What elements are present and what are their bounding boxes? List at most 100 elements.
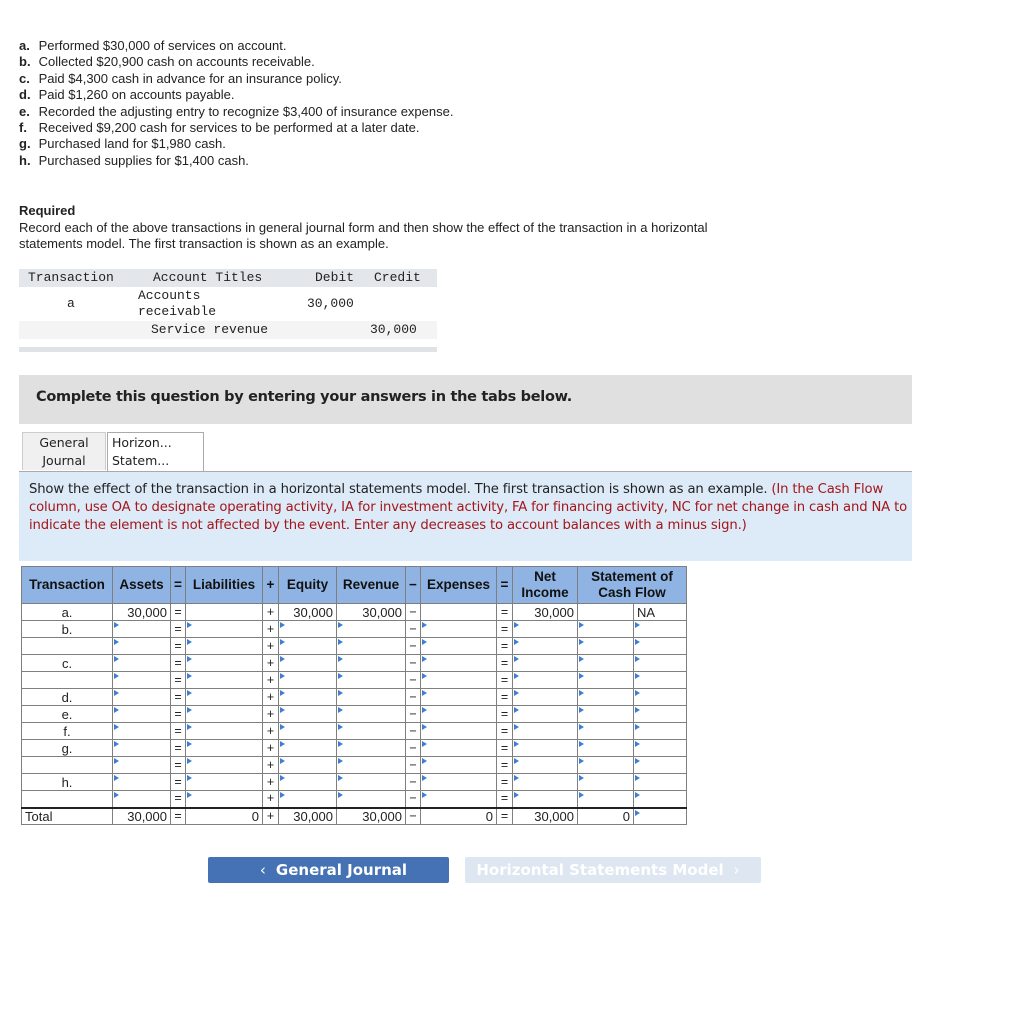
cf-activity-input[interactable] [633,722,687,740]
net-income-input[interactable] [512,756,578,774]
cf-amount-input[interactable] [577,773,634,791]
required-section: Required Record each of the above transa… [19,203,739,253]
revenue-input[interactable] [336,654,406,672]
assets-input[interactable] [112,688,171,706]
revenue-input[interactable] [336,620,406,638]
liabilities-input[interactable] [185,620,263,638]
net-income-input[interactable] [512,722,578,740]
assets-input[interactable] [112,722,171,740]
equity-input[interactable] [278,790,337,808]
revenue-input[interactable] [336,756,406,774]
expenses-input[interactable] [420,654,497,672]
net-income-input[interactable] [512,637,578,655]
liabilities-input[interactable] [185,790,263,808]
cf-activity-input[interactable] [633,654,687,672]
tab-horizontal-statements[interactable]: Horizon... Statem... [107,432,204,472]
equity-input[interactable] [278,654,337,672]
net-income-input[interactable] [512,654,578,672]
equals-sign: = [170,671,186,689]
liabilities-input[interactable] [185,773,263,791]
equity-input[interactable] [278,773,337,791]
assets-input[interactable] [112,620,171,638]
expenses-input[interactable] [420,688,497,706]
equity-input[interactable] [278,620,337,638]
net-income-input[interactable] [512,739,578,757]
net-income-input[interactable] [512,773,578,791]
equals-sign: = [170,773,186,791]
tab-general-journal[interactable]: General Journal [22,432,106,470]
expenses-input[interactable] [420,705,497,723]
revenue-input[interactable] [336,705,406,723]
revenue-input[interactable] [336,688,406,706]
assets-input[interactable] [112,654,171,672]
row-label: b. [21,620,113,638]
assets-input[interactable] [112,739,171,757]
cf-amount-input[interactable] [577,654,634,672]
revenue-input[interactable] [336,773,406,791]
next-horizontal-statements-button[interactable]: Horizontal Statements Model › [465,857,761,883]
cf-amount-input[interactable] [577,756,634,774]
cf-activity-input[interactable] [633,637,687,655]
equity-input[interactable] [278,688,337,706]
net-income-input[interactable] [512,790,578,808]
cf-activity-input[interactable] [633,671,687,689]
expenses-input[interactable] [420,620,497,638]
expenses-input[interactable] [420,637,497,655]
net-income-input[interactable] [512,688,578,706]
cf-activity-input[interactable] [633,705,687,723]
cf-amount-input[interactable] [577,620,634,638]
cf-activity-input[interactable] [633,790,687,808]
cf-amount-input[interactable] [577,688,634,706]
equity-input[interactable] [278,722,337,740]
cf-amount-input[interactable] [577,739,634,757]
cf-activity-input[interactable] [633,620,687,638]
net-income-input[interactable] [512,705,578,723]
revenue-input[interactable] [336,739,406,757]
net-income-input[interactable] [512,620,578,638]
assets-input[interactable] [112,756,171,774]
assets-input[interactable] [112,671,171,689]
revenue-input[interactable] [336,790,406,808]
cf-amount-input[interactable] [577,637,634,655]
revenue-input[interactable] [336,637,406,655]
equity-input[interactable] [278,671,337,689]
expenses-input[interactable] [420,756,497,774]
liabilities-input[interactable] [185,705,263,723]
liabilities-input[interactable] [185,739,263,757]
expenses-input[interactable] [420,739,497,757]
revenue-input[interactable] [336,722,406,740]
prev-general-journal-button[interactable]: ‹ General Journal [208,857,449,883]
expenses-input[interactable] [420,671,497,689]
equity-input[interactable] [278,756,337,774]
liabilities-input[interactable] [185,637,263,655]
cf-activity-input[interactable] [633,756,687,774]
assets-input[interactable] [112,773,171,791]
equity-input[interactable] [278,739,337,757]
cf-amount-input[interactable] [577,705,634,723]
expenses-input[interactable] [420,790,497,808]
equity-input[interactable] [278,705,337,723]
expenses-input[interactable] [420,773,497,791]
cf-activity-input[interactable] [633,806,687,825]
assets-input[interactable] [112,637,171,655]
col-credit: Credit [374,270,421,285]
cf-amount-input[interactable] [577,790,634,808]
cf-activity-input[interactable] [633,688,687,706]
plus-sign: + [262,637,279,655]
equity-input[interactable] [278,637,337,655]
cf-activity-input[interactable] [633,773,687,791]
cf-amount-input[interactable] [577,722,634,740]
cf-activity-input[interactable] [633,739,687,757]
liabilities-input[interactable] [185,654,263,672]
cf-amount-input[interactable] [577,671,634,689]
assets-input[interactable] [112,705,171,723]
liabilities-input[interactable] [185,756,263,774]
liabilities-input[interactable] [185,722,263,740]
expenses-input[interactable] [420,722,497,740]
revenue-input[interactable] [336,671,406,689]
liabilities-input[interactable] [185,671,263,689]
net-income-input[interactable] [512,671,578,689]
liabilities-input[interactable] [185,688,263,706]
plus-sign: + [262,620,279,638]
assets-input[interactable] [112,790,171,808]
